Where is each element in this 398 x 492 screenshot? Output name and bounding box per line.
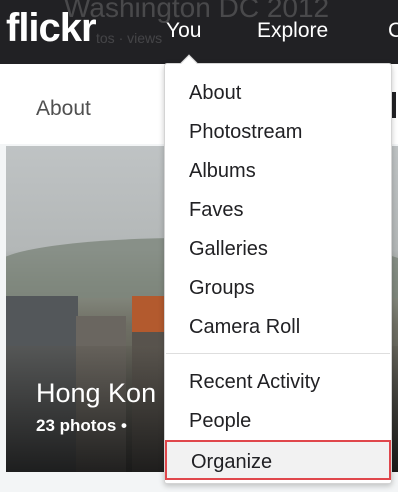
album-title[interactable]: Hong Kon (36, 378, 156, 409)
nav-you[interactable]: You (166, 19, 201, 43)
menu-item-recent-activity[interactable]: Recent Activity (166, 363, 390, 401)
menu-item-camera-roll[interactable]: Camera Roll (166, 308, 390, 346)
menu-item-people[interactable]: People (166, 402, 390, 440)
background-album-meta: tos · views (96, 30, 163, 46)
menu-item-albums[interactable]: Albums (166, 152, 390, 190)
flickr-logo[interactable]: flickr (6, 6, 97, 51)
menu-item-about[interactable]: About (166, 74, 390, 112)
top-navbar: Washington DC 2012 tos · views flickr Yo… (0, 0, 398, 64)
menu-divider (166, 353, 390, 354)
menu-item-faves[interactable]: Faves (166, 191, 390, 229)
nav-explore[interactable]: Explore (257, 19, 328, 43)
tab-edge (392, 92, 396, 118)
menu-item-photostream[interactable]: Photostream (166, 113, 390, 151)
album-image-building (132, 296, 168, 336)
you-dropdown-menu: About Photostream Albums Faves Galleries… (164, 54, 392, 484)
tab-about[interactable]: About (36, 97, 91, 121)
album-photo-count: 23 photos • (36, 416, 127, 435)
menu-item-organize[interactable]: Organize (165, 440, 391, 480)
menu-item-groups[interactable]: Groups (166, 269, 390, 307)
menu-item-galleries[interactable]: Galleries (166, 230, 390, 268)
nav-create[interactable]: C (388, 19, 398, 43)
